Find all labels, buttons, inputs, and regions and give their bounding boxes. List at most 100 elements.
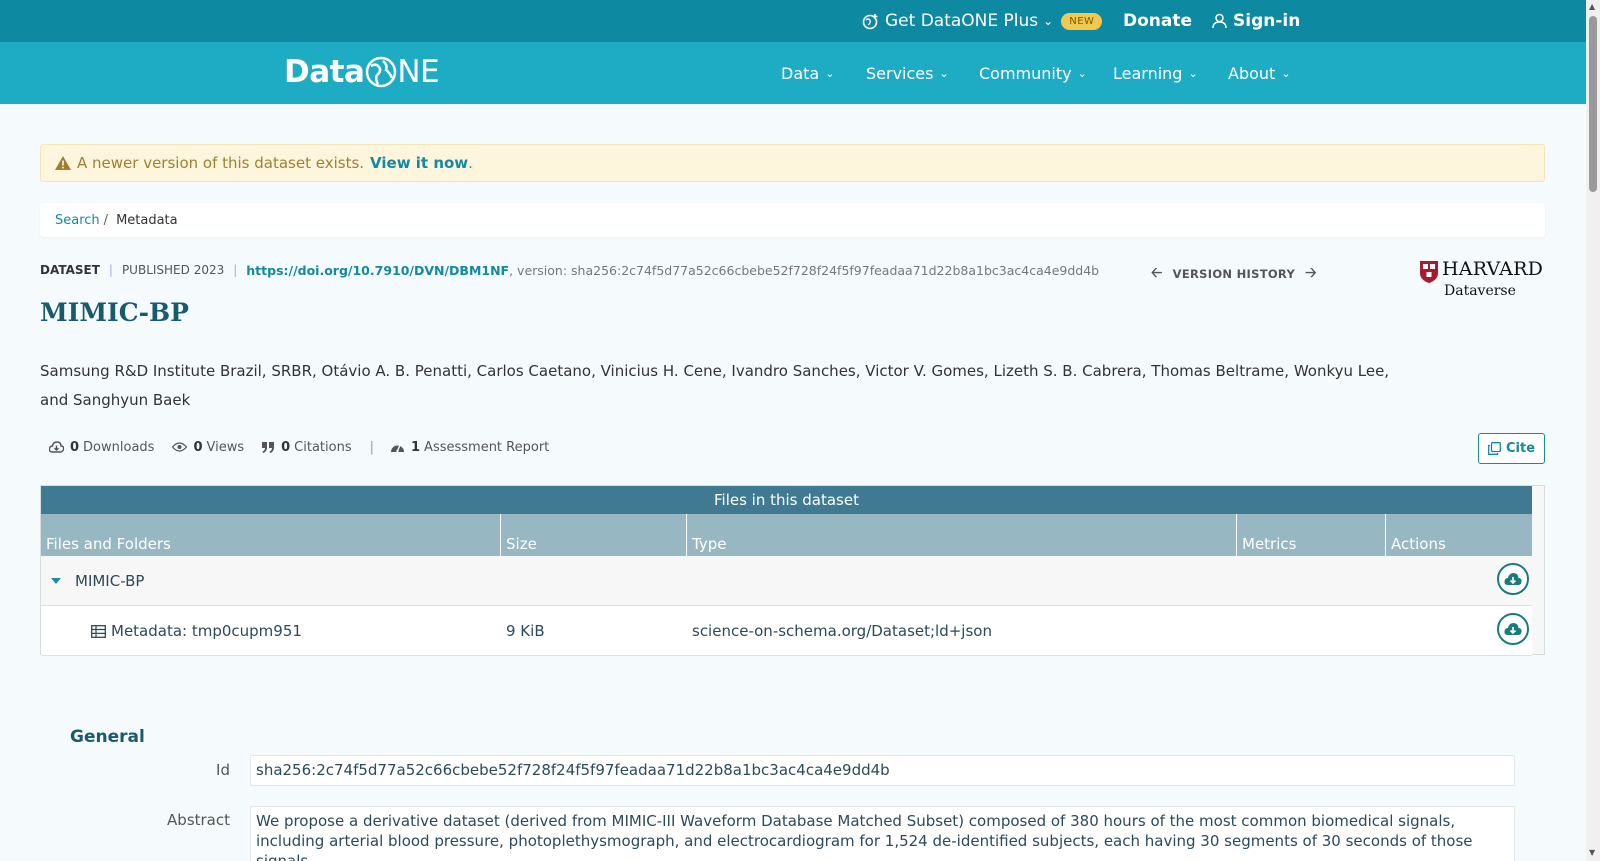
arrow-left-icon[interactable]: 🡠	[1151, 262, 1163, 286]
arrow-right-icon[interactable]: 🡢	[1305, 262, 1317, 286]
top-bar: Get DataONE Plus ⌄ NEW Donate Sign-in	[0, 0, 1586, 42]
globe-plus-icon	[862, 13, 878, 29]
chevron-down-icon: ⌄	[939, 66, 949, 80]
downloads-stat: 0 Downloads	[49, 440, 154, 455]
breadcrumb: Search / Metadata	[40, 203, 1545, 237]
get-dataone-plus-label: Get DataONE Plus	[885, 11, 1039, 31]
chevron-down-icon: ⌄	[1281, 66, 1291, 80]
breadcrumb-current: Metadata	[116, 212, 178, 228]
nav-learning[interactable]: Learning ⌄	[1113, 42, 1198, 104]
harvard-dataverse-logo[interactable]: HARVARD Dataverse	[1420, 258, 1545, 306]
version-history-nav: 🡠 VERSION HISTORY 🡢	[1141, 262, 1327, 286]
files-table-caption: Files in this dataset	[41, 486, 1532, 514]
eye-icon	[172, 442, 188, 452]
divider: |	[233, 263, 238, 277]
stats-divider: |	[369, 439, 374, 455]
alert-period: .	[468, 154, 473, 172]
nav-data[interactable]: Data ⌄	[781, 42, 834, 104]
citations-stat: 0 Citations	[262, 439, 352, 455]
cite-label: Cite	[1505, 441, 1536, 456]
scrollbar-thumb[interactable]	[1589, 16, 1597, 192]
newer-version-alert: A newer version of this dataset exists. …	[40, 144, 1545, 182]
dataset-meta-line: DATASET | PUBLISHED 2023 | https://doi.o…	[40, 262, 1099, 278]
user-icon	[1212, 13, 1227, 29]
file-type: science-on-schema.org/Dataset;ld+json	[692, 622, 992, 640]
dataset-authors: Samsung R&D Institute Brazil, SRBR, Otáv…	[40, 362, 1390, 409]
cloud-download-icon	[1504, 623, 1522, 635]
dataone-logo[interactable]: Data NE	[284, 53, 440, 91]
file-name[interactable]: Metadata: tmp0cupm951	[111, 606, 302, 656]
page-scrollbar[interactable]: ▲ ▼	[1586, 0, 1600, 861]
citations-label: Citations	[294, 439, 352, 455]
published-label: PUBLISHED 2023	[121, 263, 225, 277]
views-stat: 0 Views	[172, 440, 244, 455]
nav-services[interactable]: Services ⌄	[866, 42, 949, 104]
nav-learning-label: Learning	[1113, 63, 1183, 83]
main-nav: Data NE Data ⌄ Services ⌄ Community ⌄ Learn…	[0, 42, 1586, 104]
table-row[interactable]: Metadata: tmp0cupm951 9 KiB science-on-s…	[41, 606, 1532, 656]
general-section-heading: General	[70, 727, 145, 747]
view-it-now-link[interactable]: View it now	[370, 154, 468, 172]
caret-down-icon[interactable]	[51, 556, 61, 606]
download-folder-button[interactable]	[1497, 563, 1529, 595]
nav-about-label: About	[1228, 63, 1276, 83]
breadcrumb-search-link[interactable]: Search	[55, 213, 100, 228]
divider: |	[108, 263, 113, 277]
repository-name: HARVARD	[1442, 258, 1544, 280]
dataset-stats: 0 Downloads 0 Views 0 Citations | 1 Asse…	[49, 438, 567, 456]
get-dataone-plus-menu[interactable]: Get DataONE Plus ⌄ NEW	[862, 0, 1103, 42]
scroll-down-icon[interactable]: ▼	[1589, 848, 1595, 857]
quote-icon	[262, 441, 275, 453]
sign-in-link[interactable]: Sign-in	[1212, 0, 1300, 42]
views-count: 0	[193, 439, 203, 455]
assessment-stat[interactable]: 1 Assessment Report	[390, 440, 549, 455]
assessment-label: Assessment Report	[424, 439, 550, 455]
abstract-label: Abstract	[167, 811, 230, 829]
chevron-down-icon: ⌄	[1043, 14, 1054, 28]
files-table-header: Files and Folders Size Type Metrics Acti…	[41, 514, 1532, 556]
chevron-down-icon: ⌄	[1077, 66, 1087, 80]
gauge-icon	[391, 444, 404, 453]
warning-icon	[55, 156, 71, 170]
harvard-shield-icon	[1420, 261, 1438, 283]
scroll-up-icon[interactable]: ▲	[1589, 2, 1595, 11]
copy-icon	[1488, 442, 1501, 455]
nav-data-label: Data	[781, 63, 820, 83]
column-header-files[interactable]: Files and Folders	[41, 514, 501, 556]
views-label: Views	[206, 439, 245, 455]
citations-count: 0	[281, 439, 291, 455]
nav-community-label: Community	[979, 63, 1072, 83]
chevron-down-icon: ⌄	[1188, 66, 1198, 80]
column-header-actions[interactable]: Actions	[1385, 514, 1532, 556]
files-table: Files in this dataset Files and Folders …	[40, 485, 1545, 656]
file-size: 9 KiB	[506, 622, 545, 640]
sign-in-label: Sign-in	[1233, 11, 1301, 31]
dataset-title: MIMIC-BP	[40, 298, 189, 327]
downloads-count: 0	[70, 439, 80, 455]
cite-button[interactable]: Cite	[1478, 433, 1545, 464]
folder-row[interactable]: MIMIC-BP	[41, 556, 1532, 606]
logo-text-ne: NE	[397, 54, 440, 90]
column-header-metrics[interactable]: Metrics	[1236, 514, 1385, 556]
doi-link[interactable]: https://doi.org/10.7910/DVN/DBM1NF	[246, 263, 509, 278]
download-file-button[interactable]	[1497, 613, 1529, 645]
id-label: Id	[216, 761, 230, 779]
chevron-down-icon: ⌄	[825, 66, 835, 80]
id-value: sha256:2c74f5d77a52c66cbebe52f728f24f5f9…	[250, 755, 1515, 786]
breadcrumb-separator: /	[103, 212, 109, 228]
dataset-type-label: DATASET	[40, 263, 100, 277]
alert-text: A newer version of this dataset exists.	[77, 154, 365, 172]
version-history-label[interactable]: VERSION HISTORY	[1173, 267, 1295, 281]
folder-name[interactable]: MIMIC-BP	[75, 556, 144, 606]
nav-about[interactable]: About ⌄	[1228, 42, 1291, 104]
nav-services-label: Services	[866, 63, 934, 83]
logo-text-data: Data	[284, 54, 365, 90]
assessment-count: 1	[411, 439, 421, 455]
donate-link[interactable]: Donate	[1123, 0, 1192, 42]
repository-subname: Dataverse	[1444, 283, 1516, 299]
column-header-type[interactable]: Type	[686, 514, 1236, 556]
column-header-size[interactable]: Size	[500, 514, 685, 556]
nav-community[interactable]: Community ⌄	[979, 42, 1087, 104]
cloud-download-icon	[1504, 573, 1522, 585]
cloud-download-icon	[49, 441, 64, 453]
